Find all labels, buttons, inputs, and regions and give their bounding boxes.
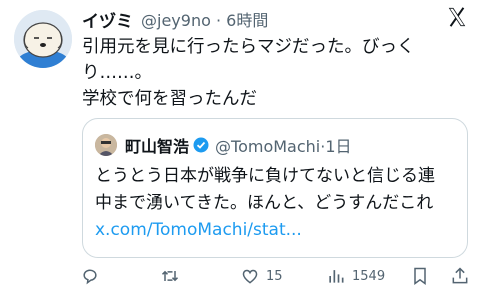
retweet-icon — [161, 270, 179, 282]
tweet-text-line: 引用元を見に行ったらマジだった。びっく — [82, 37, 415, 57]
timestamp[interactable]: 6時間 — [226, 11, 268, 30]
quoted-avatar — [95, 134, 117, 156]
handle-text: @jey9no — [141, 11, 211, 30]
avatar[interactable] — [14, 10, 72, 68]
reply-button[interactable] — [80, 262, 100, 290]
share-icon — [452, 267, 468, 284]
view-count: 1549 — [352, 268, 386, 284]
quoted-tweet-text: とうとう日本が戦争に負けてないと信じる連 中まで湧いてきた。ほんと、どうすんだこ… — [95, 163, 465, 244]
tweet-text-line: り……。 — [82, 63, 152, 83]
tweet-header: イヅミ @jey9no · 6時間 — [82, 6, 440, 32]
views-button[interactable]: 1549 — [326, 262, 385, 290]
bookmark-button[interactable] — [410, 262, 430, 290]
quoted-handle: @TomoMachi·1日 — [215, 137, 352, 156]
heart-icon — [242, 269, 258, 284]
views-icon — [329, 270, 344, 283]
quoted-text-line: 中まで湧いてきた。ほんと、どうすんだこれ — [95, 193, 434, 213]
x-logo-icon — [448, 7, 466, 27]
quoted-text-line: とうとう日本が戦争に負けてないと信じる連 — [95, 166, 435, 186]
quoted-link[interactable]: x.com/TomoMachi/stat... — [95, 217, 465, 244]
quoted-display-name: 町山智浩 — [125, 137, 190, 156]
tweet-text: 引用元を見に行ったらマジだった。びっく り……。 学校で何を習ったんだ — [82, 34, 462, 112]
tweet-text-line: 学校で何を習ったんだ — [82, 89, 257, 109]
action-bar: 15 1549 — [80, 262, 472, 290]
verified-badge-icon — [193, 137, 209, 153]
retweet-button[interactable] — [160, 262, 180, 290]
like-count: 15 — [266, 268, 283, 284]
display-name[interactable]: イヅミ — [82, 7, 133, 32]
bookmark-icon — [414, 267, 426, 285]
quoted-tweet-header: 町山智浩 @TomoMachi·1日 — [95, 133, 352, 157]
quoted-tweet[interactable]: 町山智浩 @TomoMachi·1日 とうとう日本が戦争に負けてないと信じる連 … — [82, 118, 468, 258]
like-button[interactable]: 15 — [240, 262, 283, 290]
reply-icon — [83, 269, 97, 285]
handle[interactable]: @jey9no · 6時間 — [141, 7, 268, 31]
quoted-timestamp: 1日 — [325, 137, 352, 156]
quoted-handle-text: @TomoMachi — [215, 137, 321, 156]
share-button[interactable] — [450, 262, 470, 290]
